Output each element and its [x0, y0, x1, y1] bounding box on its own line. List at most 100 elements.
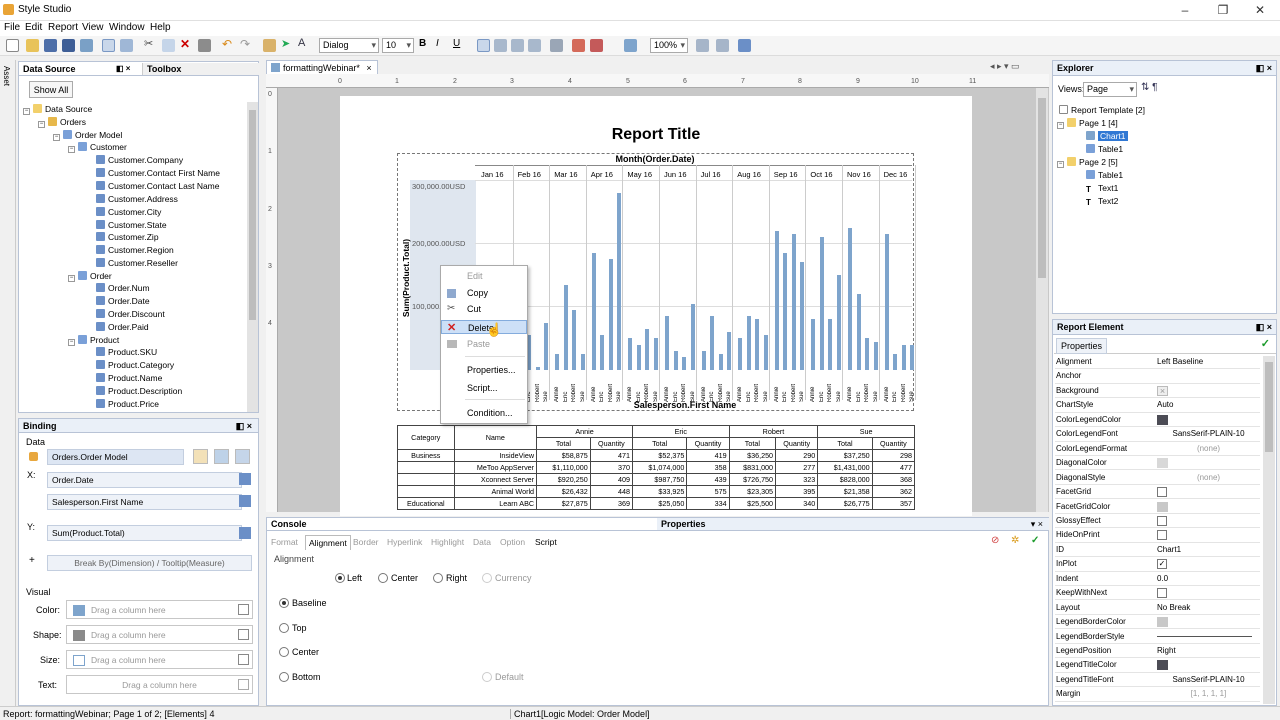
- explorer-page2-table1[interactable]: Table1: [1086, 170, 1123, 181]
- tree-field[interactable]: Order.Date: [96, 296, 150, 307]
- property-row-facetgrid[interactable]: FacetGrid: [1055, 485, 1260, 500]
- line-style[interactable]: [1157, 635, 1252, 637]
- bar-jun-16-annie[interactable]: [665, 316, 669, 370]
- property-row-anchor[interactable]: Anchor: [1055, 369, 1260, 384]
- layout-options-icon[interactable]: [235, 449, 250, 464]
- properties-tab[interactable]: Properties: [1056, 338, 1108, 354]
- tab-option[interactable]: Option: [500, 537, 525, 547]
- tree-scrollbar[interactable]: [247, 102, 258, 412]
- bar-nov-16-annie[interactable]: [848, 227, 852, 370]
- valign-baseline-radio[interactable]: [279, 598, 289, 608]
- redo-icon[interactable]: ↷: [240, 37, 253, 51]
- valign-center-radio[interactable]: [279, 647, 289, 657]
- pin-icon[interactable]: ◧ ×: [1256, 322, 1272, 333]
- property-row-layout[interactable]: Layout No Break: [1055, 601, 1260, 615]
- cell-border-icon[interactable]: [572, 39, 585, 52]
- properties-scrollbar[interactable]: [1263, 356, 1275, 704]
- bar-may-16-robert[interactable]: [645, 328, 650, 370]
- checkbox[interactable]: [1157, 515, 1167, 526]
- property-row-glossyeffect[interactable]: GlossyEffect: [1055, 514, 1260, 529]
- bar-aug-16-sue[interactable]: [763, 335, 768, 370]
- menu-edit[interactable]: Edit: [25, 22, 42, 33]
- tree-field[interactable]: Customer.Region: [96, 245, 174, 256]
- explorer-text2[interactable]: T Text2: [1086, 196, 1118, 207]
- property-value[interactable]: [1157, 617, 1260, 628]
- valign-default-radio[interactable]: [482, 672, 492, 682]
- property-value[interactable]: No Break: [1157, 603, 1260, 612]
- text-drop-zone[interactable]: Drag a column here: [66, 675, 253, 694]
- tree-node-orders[interactable]: − Orders: [38, 117, 86, 128]
- data-source-tab[interactable]: Data Source: [23, 64, 76, 74]
- menu-report[interactable]: Report: [48, 22, 78, 33]
- align-left-icon[interactable]: [477, 39, 490, 52]
- bar-apr-16-eric[interactable]: [600, 335, 605, 370]
- explorer-report-template[interactable]: Report Template [2]: [1059, 105, 1145, 116]
- bar-aug-16-robert[interactable]: [755, 319, 760, 370]
- break-by-field[interactable]: Break By(Dimension) / Tooltip(Measure): [47, 555, 252, 571]
- color-drop-zone[interactable]: Drag a column here: [66, 600, 253, 619]
- bold-icon[interactable]: B: [419, 38, 432, 51]
- property-value[interactable]: (none): [1157, 473, 1260, 482]
- checkbox[interactable]: [1157, 530, 1167, 541]
- font-size-select[interactable]: 10: [382, 38, 414, 53]
- maximize-button[interactable]: ❐: [1213, 3, 1233, 17]
- tree-field[interactable]: Order.Discount: [96, 309, 165, 320]
- bar-sep-16-robert[interactable]: [791, 233, 796, 370]
- property-row-diagonalcolor[interactable]: DiagonalColor: [1055, 456, 1260, 471]
- color-swatch[interactable]: [1157, 617, 1168, 628]
- border-icon[interactable]: [550, 39, 563, 52]
- edit-text-icon[interactable]: [238, 679, 249, 690]
- tab-script[interactable]: Script: [535, 537, 557, 547]
- align-right-icon[interactable]: [511, 39, 524, 52]
- menu-item-script[interactable]: Script...: [441, 381, 527, 395]
- pin-icon[interactable]: ◧ ×: [236, 421, 252, 432]
- bar-jul-16-annie[interactable]: [701, 351, 706, 370]
- x-field-options-icon[interactable]: [239, 473, 251, 485]
- explorer-table1[interactable]: Table1: [1086, 144, 1123, 155]
- tree-field[interactable]: Product.SKU: [96, 347, 157, 358]
- delete-icon[interactable]: ✕: [180, 37, 193, 51]
- property-row-legendbordercolor[interactable]: LegendBorderColor: [1055, 615, 1260, 630]
- bar-may-16-annie[interactable]: [628, 338, 633, 370]
- save-icon[interactable]: [44, 39, 57, 52]
- edit-size-icon[interactable]: [238, 654, 249, 665]
- pin-icon[interactable]: ◧ ×: [1256, 63, 1272, 74]
- open-icon[interactable]: [26, 39, 39, 52]
- table1[interactable]: Category Name Annie Eric Robert Sue Tota…: [397, 425, 916, 510]
- tree-node-order-model[interactable]: − Order Model: [53, 130, 122, 141]
- property-value[interactable]: ✓: [1157, 559, 1260, 570]
- paste-icon[interactable]: [198, 39, 211, 52]
- explorer-page1[interactable]: − Page 1 [4]: [1057, 118, 1118, 129]
- canvas-scrollbar[interactable]: [1036, 88, 1048, 512]
- checkbox[interactable]: [1157, 487, 1167, 498]
- tree-field[interactable]: Order.Num: [96, 283, 150, 294]
- bar-jun-16-eric[interactable]: [673, 351, 678, 370]
- property-row-diagonalstyle[interactable]: DiagonalStyle (none): [1055, 471, 1260, 485]
- bar-dec-16-sue[interactable]: [910, 344, 915, 370]
- tab-hyperlink[interactable]: Hyperlink: [387, 537, 422, 547]
- property-row-hideonprint[interactable]: HideOnPrint: [1055, 528, 1260, 543]
- bar-oct-16-eric[interactable]: [819, 237, 824, 370]
- tree-field[interactable]: Customer.Contact First Name: [96, 168, 220, 179]
- property-row-facetgridcolor[interactable]: FacetGridColor: [1055, 500, 1260, 514]
- design-icon[interactable]: [102, 39, 115, 52]
- color-swatch[interactable]: [1157, 660, 1168, 671]
- underline-icon[interactable]: U: [453, 38, 466, 51]
- property-value[interactable]: [1157, 487, 1260, 498]
- add-icon[interactable]: +: [29, 555, 35, 566]
- clear-icon[interactable]: ⊘: [991, 535, 999, 546]
- size-drop-zone[interactable]: Drag a column here: [66, 650, 253, 669]
- color-swatch[interactable]: [1157, 501, 1168, 512]
- property-value[interactable]: Auto: [1157, 400, 1260, 409]
- shape-drop-zone[interactable]: Drag a column here: [66, 625, 253, 644]
- bar-jul-16-robert[interactable]: [718, 354, 723, 370]
- italic-icon[interactable]: I: [436, 38, 449, 51]
- properties-tab[interactable]: Properties ▾ ×: [657, 518, 1049, 531]
- chart-type-icon[interactable]: [214, 449, 229, 464]
- property-value[interactable]: [1157, 501, 1260, 512]
- menu-window[interactable]: Window: [109, 22, 145, 33]
- property-row-margin[interactable]: Margin [1, 1, 1, 1]: [1055, 687, 1260, 702]
- menu-item-delete[interactable]: ✕ Delete: [441, 320, 527, 334]
- property-row-legendtitlefont[interactable]: LegendTitleFont SansSerif-PLAIN-10: [1055, 673, 1260, 688]
- property-value[interactable]: [1, 1, 1, 1]: [1157, 689, 1260, 698]
